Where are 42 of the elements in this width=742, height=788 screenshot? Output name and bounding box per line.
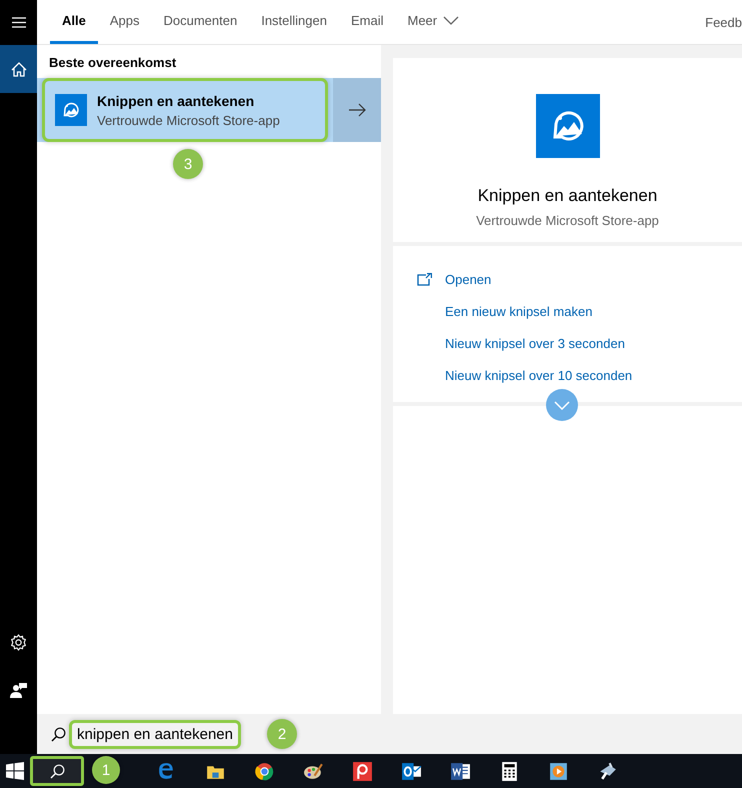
open-window-icon [417,272,432,286]
chrome-icon[interactable] [254,760,275,782]
search-field[interactable]: knippen en aantekenen [72,722,238,746]
word-app-icon[interactable] [450,760,471,782]
calculator-icon[interactable] [499,760,520,782]
action-link[interactable]: Nieuw knipsel over 3 seconden [445,336,625,350]
result-subtitle: Vertrouwde Microsoft Store-app [97,112,280,128]
more-tab[interactable]: Meer [396,0,472,44]
search-icon [50,764,64,778]
app-icon [55,94,87,126]
action-link[interactable]: Nieuw knipsel over 10 seconden [445,368,632,382]
action-link[interactable]: Openen [445,272,492,286]
app-logo-icon [536,94,600,158]
settings-icon[interactable] [10,634,27,650]
windows-start-icon[interactable] [6,762,24,780]
step-number-badge: 2 [267,719,297,749]
step-number-badge: 3 [173,149,203,179]
pin-logo-icon[interactable] [352,760,373,782]
section-heading: Beste overeenkomst [48,54,178,72]
menu-icon[interactable] [12,17,26,28]
chevron-icon [443,16,460,26]
paint-palette-icon[interactable] [303,760,324,782]
tab[interactable]: Email [338,0,396,44]
tab[interactable]: Instellingen [249,0,339,44]
step-number-badge: 1 [92,756,120,784]
home-icon [10,62,26,76]
taskbar-search-button[interactable] [30,756,84,786]
chevron-down-icon [554,400,570,410]
feedback-person-icon[interactable] [10,682,27,698]
best-match-result[interactable]: Knippen en aantekenen Vertrouwde Microsoft Store-app [37,78,381,142]
tab[interactable]: Apps [98,0,152,44]
app-title: Knippen en aantekenen [478,186,658,206]
feedback-link[interactable]: Feedb [705,0,742,44]
tab[interactable]: Documenten [151,0,250,44]
arrow-right-icon [348,103,366,117]
mail-app-icon[interactable] [401,760,422,782]
media-player-icon[interactable] [548,760,569,782]
search-icon [51,726,66,742]
result-title: Knippen en aantekenen [97,92,256,108]
home-button[interactable] [0,45,37,93]
app-subtitle: Vertrouwde Microsoft Store-app [476,213,659,228]
action-link[interactable]: Een nieuw knipsel maken [445,304,592,318]
